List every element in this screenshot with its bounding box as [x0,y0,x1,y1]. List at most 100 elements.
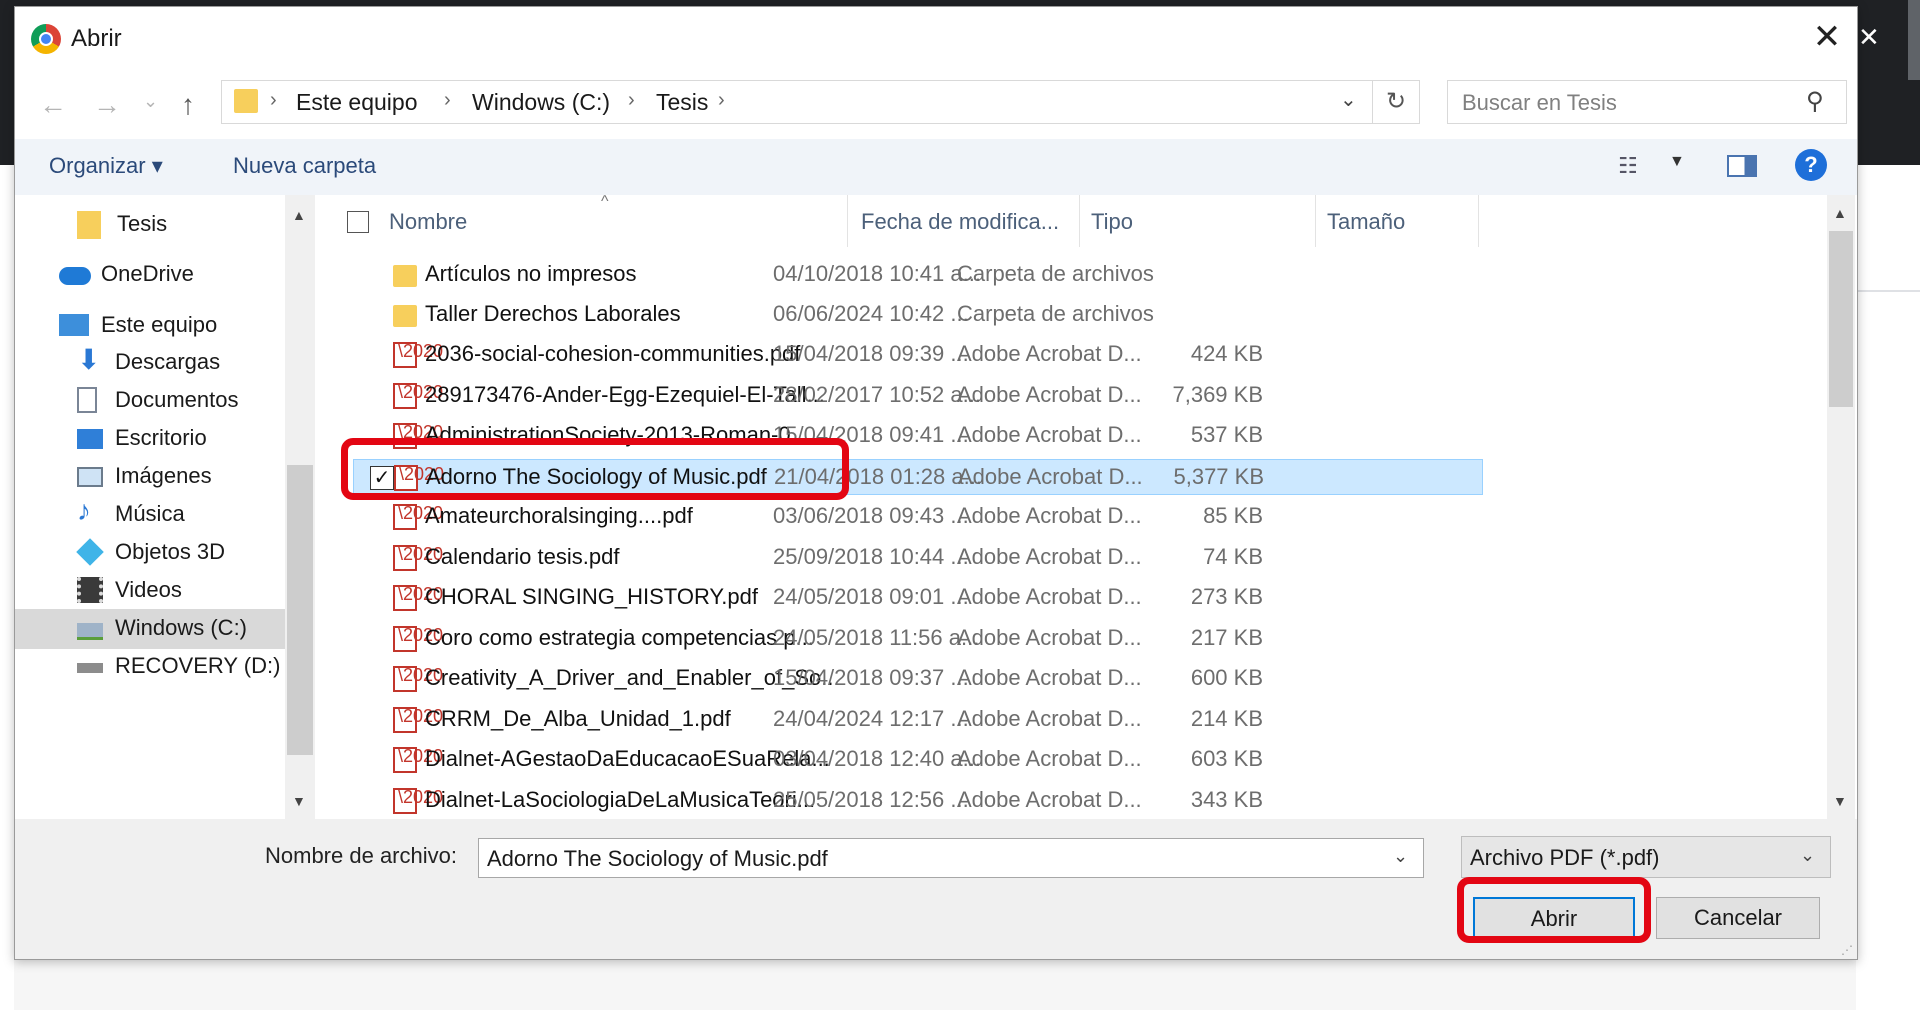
breadcrumb-separator[interactable]: › [718,89,725,112]
file-size: 7,369 KB [1172,382,1263,407]
nav-item-label: Imágenes [115,463,212,488]
nav-item-label: Videos [115,577,182,602]
view-dropdown-icon[interactable]: ▼ [1669,153,1685,171]
nav-item-objetos-3d[interactable]: Objetos 3D [76,533,315,573]
breadcrumb-separator[interactable]: › [628,89,635,112]
view-options-icon[interactable]: ☷ [1618,153,1638,179]
file-row[interactable]: Amateurchoralsinging....pdf 03/06/2018 0… [353,499,1483,535]
nav-item-onedrive[interactable]: OneDrive [59,255,315,295]
file-type-dropdown-icon[interactable]: ⌄ [1800,845,1815,866]
column-header-type[interactable]: Tipo [1091,209,1133,235]
address-bar[interactable]: › Este equipo › Windows (C:) › Tesis › ⌄… [221,80,1420,124]
file-row[interactable]: Calendario tesis.pdf 25/09/2018 10:44 ..… [353,540,1483,576]
file-row[interactable]: Creativity_A_Driver_and_Enabler_of_So...… [353,661,1483,697]
nav-item-recovery-d[interactable]: RECOVERY (D:) [77,647,315,687]
filename-value[interactable]: Adorno The Sociology of Music.pdf [487,846,828,872]
resize-grip-icon[interactable]: ⋰ [1841,943,1853,957]
forward-arrow-icon[interactable]: → [93,89,121,121]
new-folder-button[interactable]: Nueva carpeta [233,153,376,179]
breadcrumb-este-equipo[interactable]: Este equipo [296,89,417,116]
organize-menu[interactable]: Organizar ▾ [49,153,163,179]
column-divider[interactable] [847,195,848,247]
background-close-icon[interactable]: ✕ [1858,22,1880,53]
pdf-file-icon [393,625,443,652]
scroll-up-icon[interactable]: ▲ [292,207,306,223]
up-arrow-icon[interactable]: ↑ [181,89,195,121]
file-type: Adobe Acrobat D... [957,706,1142,731]
nav-item-descargas[interactable]: ⬇ Descargas [77,343,315,383]
file-type: Adobe Acrobat D... [957,544,1142,569]
column-header-date[interactable]: Fecha de modifica... [861,209,1059,235]
help-icon[interactable]: ? [1795,149,1827,181]
file-date: 24/05/2018 09:01 ... [773,584,969,609]
preview-pane-icon[interactable] [1727,155,1757,177]
nav-item-label: Tesis [117,211,168,236]
nav-item-musica[interactable]: ♪ Música [77,495,315,535]
nav-item-imagenes[interactable]: Imágenes [77,457,315,497]
video-icon [77,577,103,603]
filename-input[interactable]: Adorno The Sociology of Music.pdf ⌄ [478,838,1424,878]
breadcrumb-separator[interactable]: › [270,89,277,112]
refresh-icon[interactable]: ↻ [1372,81,1419,123]
pdf-file-icon [393,584,443,611]
file-size: 74 KB [1203,544,1263,569]
file-list: ^ Nombre Fecha de modifica... Tipo Tamañ… [315,195,1855,819]
nav-item-este-equipo[interactable]: Este equipo [59,306,315,346]
scroll-up-icon[interactable]: ▲ [1833,205,1847,221]
search-input[interactable]: Buscar en Tesis [1462,90,1617,116]
file-row[interactable]: Taller Derechos Laborales 06/06/2024 10:… [353,297,1483,333]
recent-locations-icon[interactable]: ⌄ [143,91,158,112]
filename-dropdown-icon[interactable]: ⌄ [1393,846,1408,867]
file-type-value[interactable]: Archivo PDF (*.pdf) [1470,845,1660,871]
file-list-scrollbar-thumb[interactable] [1829,231,1853,407]
address-dropdown-icon[interactable]: ⌄ [1340,87,1357,112]
file-row[interactable]: Dialnet-AGestaoDaEducacaoESuaRela... 03/… [353,742,1483,778]
column-divider[interactable] [1079,195,1080,247]
column-header-name[interactable]: Nombre [389,209,467,235]
background-scrollbar [1908,0,1920,80]
document-icon [77,387,97,413]
cancel-button[interactable]: Cancelar [1656,897,1820,939]
file-size: 600 KB [1190,665,1263,690]
file-type: Carpeta de archivos [957,261,1154,286]
nav-item-escritorio[interactable]: Escritorio [77,419,315,459]
file-row[interactable]: Coro como estrategia competencias p... 2… [353,621,1483,657]
nav-item-windows-c[interactable]: Windows (C:) [15,609,285,649]
column-divider[interactable] [1315,195,1316,247]
search-icon[interactable]: ⚲ [1806,87,1824,116]
file-row[interactable]: CRRM_De_Alba_Unidad_1.pdf 24/04/2024 12:… [353,702,1483,738]
nav-scrollbar-thumb[interactable] [287,465,313,755]
file-size: 273 KB [1190,584,1263,609]
dialog-title: Abrir [71,25,122,52]
scroll-down-icon[interactable]: ▼ [292,793,306,809]
cube-icon [76,538,104,566]
file-type-select[interactable]: Archivo PDF (*.pdf) ⌄ [1461,836,1831,878]
nav-item-documentos[interactable]: Documentos [77,381,315,421]
pdf-file-icon [393,382,443,409]
breadcrumb-tesis[interactable]: Tesis [656,89,708,116]
file-size: 5,377 KB [1173,464,1264,489]
nav-item-label: Este equipo [101,312,218,337]
file-date: 03/06/2018 09:43 ... [773,503,969,528]
close-icon[interactable]: ✕ [1807,17,1847,57]
file-date: 03/04/2018 12:40 a... [773,746,981,771]
file-row[interactable]: Artículos no impresos 04/10/2018 10:41 a… [353,257,1483,293]
back-arrow-icon[interactable]: ← [39,89,67,121]
file-row[interactable]: 289173476-Ander-Egg-Ezequiel-El-Tall... … [353,378,1483,414]
column-divider[interactable] [1478,195,1479,247]
nav-item-label: OneDrive [101,261,194,286]
breadcrumb-windows-c[interactable]: Windows (C:) [472,89,610,116]
nav-item-videos[interactable]: Videos [77,571,315,611]
selected-file-highlight [341,438,849,500]
column-header-size[interactable]: Tamaño [1327,209,1405,235]
scroll-down-icon[interactable]: ▼ [1833,793,1847,809]
breadcrumb-separator[interactable]: › [444,89,451,112]
folder-icon [234,89,258,113]
file-row[interactable]: Dialnet-LaSociologiaDeLaMusicaTeori... 2… [353,783,1483,819]
select-all-checkbox[interactable] [347,211,369,233]
file-row[interactable]: CHORAL SINGING_HISTORY.pdf 24/05/2018 09… [353,580,1483,616]
nav-item-label: Música [115,501,185,526]
nav-item-tesis[interactable]: Tesis [77,205,315,245]
file-row[interactable]: 2036-social-cohesion-communities.pdf 15/… [353,337,1483,373]
search-box[interactable]: Buscar en Tesis ⚲ [1447,80,1847,124]
